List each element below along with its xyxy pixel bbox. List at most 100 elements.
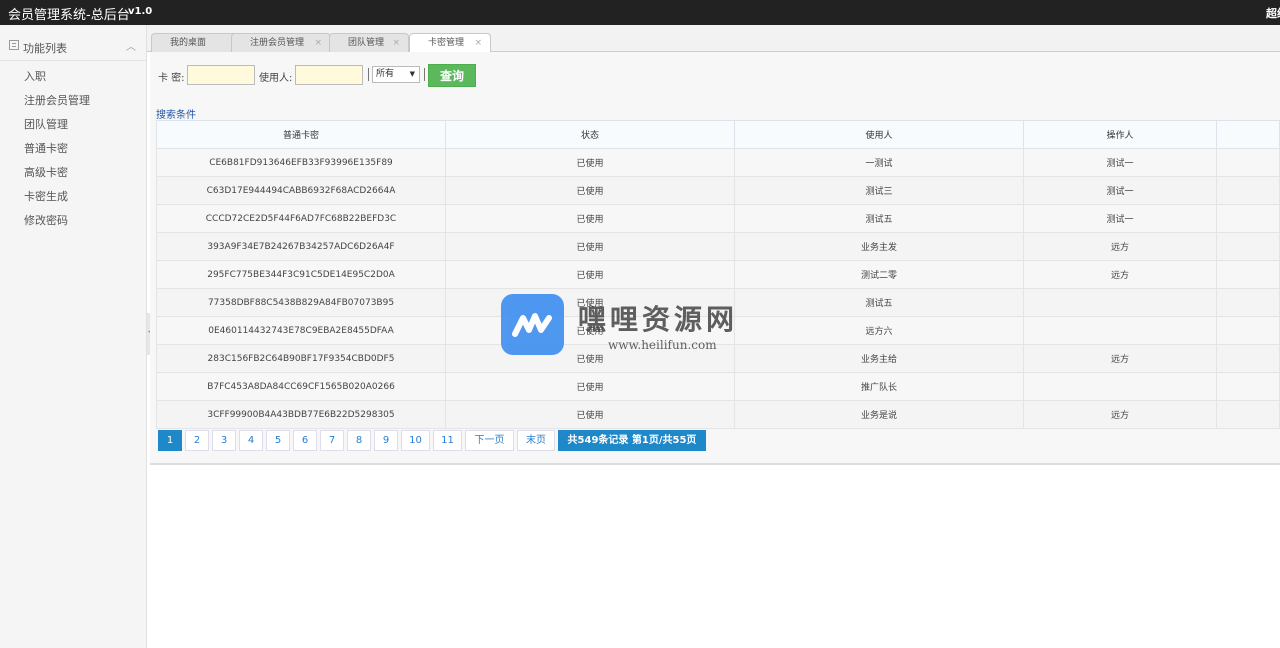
cell-user: 测试五 (734, 288, 1024, 317)
col-header-user[interactable]: 使用人 (734, 120, 1024, 149)
cell-extra (1216, 204, 1280, 233)
cell-user: 远方六 (734, 316, 1024, 345)
card-input[interactable] (187, 65, 255, 85)
cell-user: 业务主给 (734, 344, 1024, 373)
cell-user: 业务是说 (734, 400, 1024, 429)
table-row[interactable]: 283C156FB2C64B90BF17F9354CBD0DF5 已使用 业务主给远… (156, 344, 1280, 373)
last-page-button[interactable]: 末页 (517, 430, 555, 451)
tab-member-management[interactable]: 注册会员管理 × (231, 33, 331, 52)
current-user[interactable]: 超级 (1266, 5, 1280, 21)
tab-team-management[interactable]: 团队管理 × (329, 33, 409, 52)
cell-operator (1023, 372, 1217, 401)
cell-extra (1216, 400, 1280, 429)
tab-strip: 我的桌面 注册会员管理 × 团队管理 × 卡密管理 × (147, 25, 1280, 53)
table-row[interactable]: CCCD72CE2D5F44F6AD7FC68B22BEFD3C 已使用 测试五 测试… (156, 204, 1280, 233)
sidebar: 功能列表 ︿ 入职 注册会员管理 团队管理 普通卡密 高级卡密 卡密生成 修改密… (0, 25, 147, 648)
cell-operator: 远方 (1023, 400, 1217, 429)
next-page-button[interactable]: 下一页 (465, 430, 514, 451)
sidebar-header[interactable]: 功能列表 ︿ (0, 35, 147, 61)
sidebar-item-premium-cards[interactable]: 高级卡密 (0, 161, 147, 185)
sidebar-item-member-management[interactable]: 注册会员管理 (0, 89, 147, 113)
cell-card-code: 295FC775BE344F3C91C5DE14E95C2D0A (156, 260, 446, 289)
close-icon[interactable]: × (392, 34, 400, 52)
cell-card-code: CE6B81FD913646EFB33F93996E135F89 (156, 148, 446, 177)
dropdown-arrow-icon: ▼ (409, 70, 415, 78)
sidebar-item-change-password[interactable]: 修改密码 (0, 209, 147, 233)
cell-card-code: CCCD72CE2D5F44F6AD7FC68B22BEFD3C (156, 204, 446, 233)
table-row[interactable]: 393A9F34E7B24267B34257ADC6D26A4F 已使用 业务主发远… (156, 232, 1280, 261)
pagination-summary: 共549条记录 第1页/共55页 (558, 430, 706, 451)
col-header-extra (1216, 120, 1280, 149)
page-9[interactable]: 9 (374, 430, 398, 451)
top-bar: 会员管理系统-总后台 v1.0 超级 (0, 0, 1280, 25)
close-icon[interactable]: × (474, 34, 482, 52)
cell-operator: 远方 (1023, 232, 1217, 261)
cell-user: 业务主发 (734, 232, 1024, 261)
query-button[interactable]: 查询 (428, 64, 476, 87)
cell-extra (1216, 148, 1280, 177)
cell-card-code: 0E460114432743E78C9EBA2E8455DFAA (156, 316, 446, 345)
chevron-up-icon[interactable]: ︿ (126, 38, 136, 53)
cell-status: 已使用 (445, 372, 735, 401)
col-header-card[interactable]: 普通卡密 (156, 120, 446, 149)
page-8[interactable]: 8 (347, 430, 371, 451)
table-row[interactable]: CE6B81FD913646EFB33F93996E135F89 已使用 一测试 测试… (156, 148, 1280, 177)
col-header-operator[interactable]: 操作人 (1023, 120, 1217, 149)
page-2[interactable]: 2 (185, 430, 209, 451)
tab-label: 团队管理 (348, 38, 385, 48)
page-6[interactable]: 6 (293, 430, 317, 451)
close-icon[interactable]: × (314, 34, 322, 52)
page-3[interactable]: 3 (212, 430, 236, 451)
cell-card-code: 77358DBF88C5438B829A84FB07073B95 (156, 288, 446, 317)
status-select[interactable]: 所有 ▼ (372, 66, 420, 83)
sidebar-header-label: 功能列表 (23, 42, 67, 55)
cell-user: 测试二零 (734, 260, 1024, 289)
cell-extra (1216, 344, 1280, 373)
cards-table: 普通卡密 状态 使用人 操作人 CE6B81FD913646EFB33F9399… (156, 120, 1280, 429)
sidebar-item-card-generate[interactable]: 卡密生成 (0, 185, 147, 209)
page-11[interactable]: 11 (433, 430, 462, 451)
col-header-status[interactable]: 状态 (445, 120, 735, 149)
sidebar-item-team-management[interactable]: 团队管理 (0, 113, 147, 137)
cell-card-code: 283C156FB2C64B90BF17F9354CBD0DF5 (156, 344, 446, 373)
cell-card-code: C63D17E944494CABB6932F68ACD2664A (156, 176, 446, 205)
cell-status: 已使用 (445, 176, 735, 205)
page-7[interactable]: 7 (320, 430, 344, 451)
cell-extra (1216, 260, 1280, 289)
app-title: 会员管理系统-总后台 (8, 8, 130, 23)
list-icon (9, 40, 19, 50)
cell-extra (1216, 316, 1280, 345)
search-conditions-link[interactable]: 搜索条件 (156, 106, 196, 121)
sidebar-item-onboarding[interactable]: 入职 (0, 65, 147, 89)
table-row[interactable]: C63D17E944494CABB6932F68ACD2664A 已使用 测试三 测试… (156, 176, 1280, 205)
page-5[interactable]: 5 (266, 430, 290, 451)
main-content: 卡 密: 使用人: 所有 ▼ 查询 搜索条件 普通卡密 状态 使用人 操作人 C… (150, 52, 1280, 465)
cell-user: 一测试 (734, 148, 1024, 177)
cell-extra (1216, 288, 1280, 317)
cell-operator: 远方 (1023, 260, 1217, 289)
table-row[interactable]: 3CFF99900B4A43BDB77E6B22D5298305 已使用 业务是说远… (156, 400, 1280, 429)
tab-label: 卡密管理 (428, 38, 465, 48)
table-header-row: 普通卡密 状态 使用人 操作人 (156, 120, 1280, 149)
user-input[interactable] (295, 65, 363, 85)
sidebar-item-normal-cards[interactable]: 普通卡密 (0, 137, 147, 161)
table-row[interactable]: 295FC775BE344F3C91C5DE14E95C2D0A 已使用 测试二零远… (156, 260, 1280, 289)
card-label: 卡 密: (158, 73, 185, 84)
table-row[interactable]: B7FC453A8DA84CC69CF1565B020A0266 已使用 推广队长 (156, 372, 1280, 401)
cell-user: 推广队长 (734, 372, 1024, 401)
cell-operator (1023, 288, 1217, 317)
cell-status: 已使用 (445, 400, 735, 429)
cell-status: 已使用 (445, 148, 735, 177)
app-version: v1.0 (128, 6, 153, 17)
page-1[interactable]: 1 (158, 430, 182, 451)
cell-operator: 测试一 (1023, 176, 1217, 205)
divider (368, 68, 369, 81)
watermark-logo-icon (501, 294, 564, 355)
tab-card-management[interactable]: 卡密管理 × (409, 33, 491, 53)
cell-user: 测试五 (734, 204, 1024, 233)
page-10[interactable]: 10 (401, 430, 430, 451)
page-4[interactable]: 4 (239, 430, 263, 451)
cell-extra (1216, 232, 1280, 261)
tab-desktop[interactable]: 我的桌面 (151, 33, 237, 52)
cell-operator (1023, 316, 1217, 345)
